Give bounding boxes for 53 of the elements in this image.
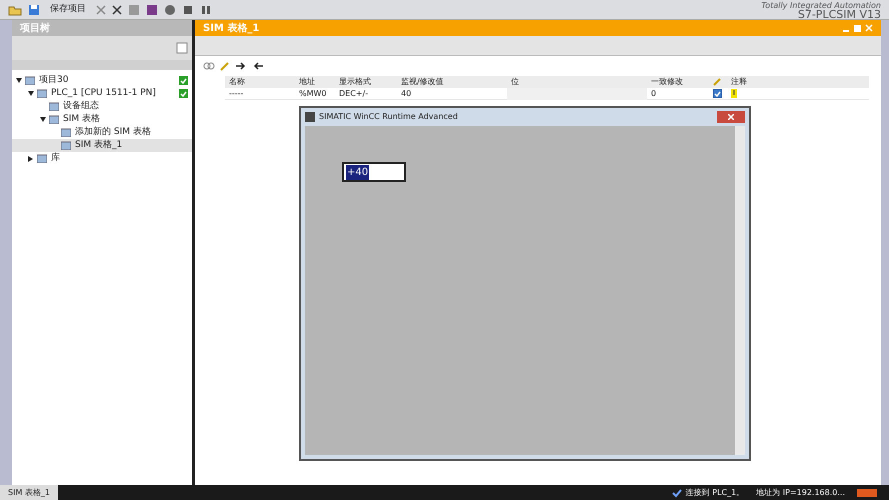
expander-icon[interactable] — [40, 117, 46, 122]
close-button[interactable] — [717, 111, 745, 123]
tree-item[interactable]: PLC_1 [CPU 1511-1 PN] — [12, 87, 192, 100]
tree-item[interactable]: 设备组态 — [12, 100, 192, 113]
check-icon — [672, 488, 682, 498]
table-cell-text: 40 — [400, 88, 412, 100]
arrow-right-icon[interactable] — [235, 61, 247, 71]
cut-icon[interactable] — [96, 4, 106, 14]
warning-icon — [731, 89, 737, 98]
checkbox[interactable] — [712, 89, 722, 98]
save-project-button[interactable]: 保存项目 — [46, 2, 90, 16]
arrow-left-icon[interactable] — [252, 61, 264, 71]
column-header: 显示格式 — [338, 76, 372, 88]
table-cell-text: %MW0 — [298, 88, 328, 100]
expander-icon[interactable] — [28, 156, 33, 162]
table-cell-text: 0 — [650, 88, 658, 100]
table-cell-text: DEC+/- — [338, 88, 370, 100]
table-view-icon[interactable] — [176, 42, 188, 54]
stop-icon[interactable] — [182, 4, 194, 16]
panel-title: 项目树 — [20, 22, 50, 36]
scrollbar[interactable] — [735, 126, 745, 455]
delete-icon[interactable] — [112, 4, 122, 14]
column-header: 名称 — [228, 76, 246, 88]
column-header: 监视/修改值 — [400, 76, 445, 88]
app-icon — [305, 112, 315, 122]
column-header: 地址 — [298, 76, 316, 88]
folder-icon — [37, 154, 47, 163]
tree-item[interactable]: 库 — [12, 152, 192, 165]
address-status: 地址为 IP=192.168.0... — [756, 486, 845, 498]
tree-item[interactable]: SIM 表格_1 — [12, 139, 192, 152]
record-icon[interactable] — [164, 4, 176, 16]
expander-icon[interactable] — [16, 78, 22, 83]
window-title: SIMATIC WinCC Runtime Advanced — [319, 111, 458, 123]
progress-indicator — [857, 488, 877, 496]
brand-tagline: Totally Integrated Automation — [761, 0, 881, 10]
value-input[interactable]: +40 — [342, 162, 406, 182]
link-icon[interactable] — [203, 61, 215, 71]
column-header: 一致修改 — [650, 76, 684, 88]
tree-item[interactable]: SIM 表格 — [12, 113, 192, 126]
tree-item[interactable]: 添加新的 SIM 表格 — [12, 126, 192, 139]
editor-title: SIM 表格_1 — [203, 22, 260, 36]
pause-icon[interactable] — [200, 4, 212, 16]
close-icon — [728, 114, 734, 120]
taskbar-tab[interactable]: SIM 表格_1 — [0, 485, 58, 500]
column-header: 注释 — [730, 76, 748, 88]
save-icon[interactable] — [28, 4, 40, 16]
product-title: S7-PLCSIM V13 — [798, 10, 881, 18]
expander-icon[interactable] — [28, 91, 34, 96]
column-header: 位 — [510, 76, 520, 88]
connection-status: 连接到 PLC_1。 — [686, 486, 744, 498]
table-cell-text: ----- — [228, 88, 244, 100]
open-project-icon[interactable] — [8, 4, 22, 16]
tree-item[interactable]: 项目30 — [12, 74, 192, 87]
